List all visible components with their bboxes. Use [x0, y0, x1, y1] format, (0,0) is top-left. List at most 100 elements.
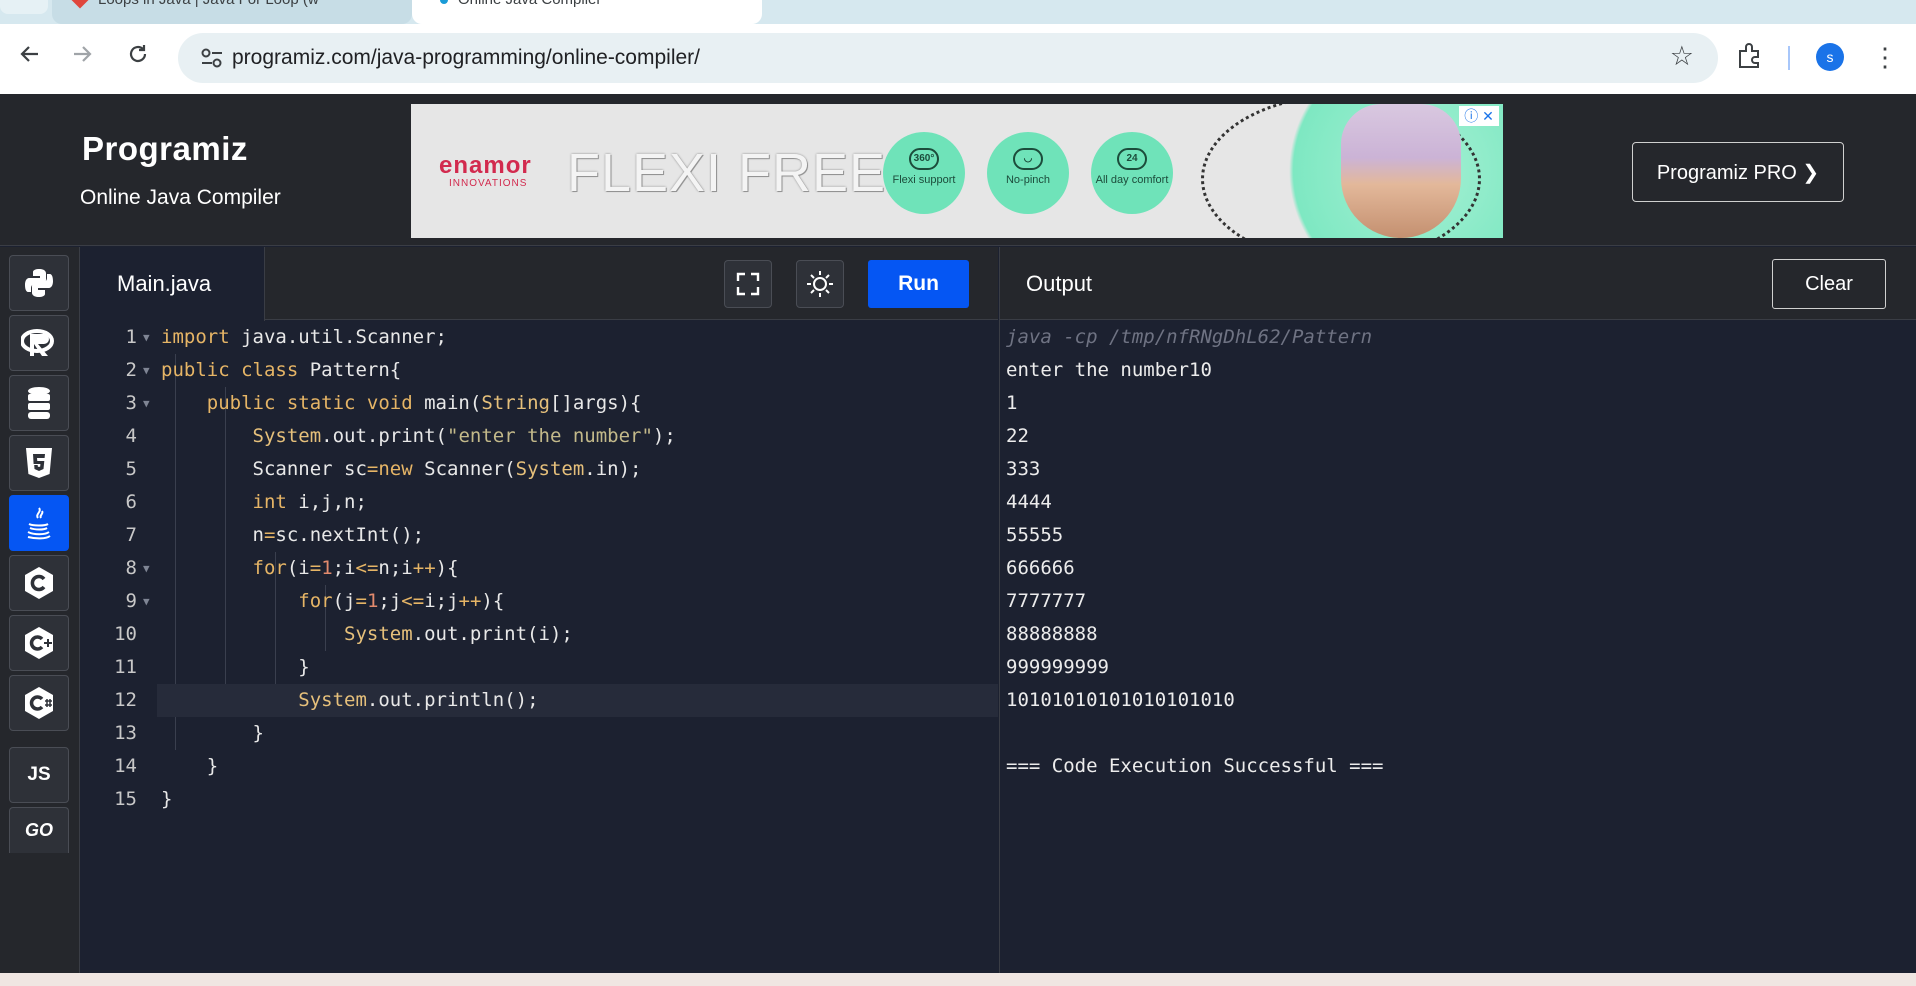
javascript-icon[interactable]: JS	[9, 747, 69, 803]
ad-badge-label: All day comfort	[1095, 174, 1169, 186]
code-editor-pane: Main.java Run 1 ▼ import java.util.Scanner…	[81, 247, 998, 973]
line-number: 12	[114, 689, 137, 711]
language-sidebar: JS GO	[0, 247, 80, 973]
ad-choices-icon[interactable]: ⓘ ✕	[1459, 106, 1499, 126]
c-icon[interactable]	[9, 555, 69, 611]
java-icon[interactable]	[9, 495, 69, 551]
extensions-icon[interactable]	[1736, 43, 1764, 69]
fold-arrow-icon[interactable]: ▼	[143, 552, 150, 585]
file-tab-main-java[interactable]: Main.java	[81, 247, 265, 321]
code-text: public static void main(String[]args){	[206, 392, 642, 414]
code-line: 7 n=sc.nextInt();	[81, 519, 998, 552]
favicon-icon	[71, 0, 89, 9]
sql-icon[interactable]	[9, 375, 69, 431]
line-number: 9	[125, 590, 137, 612]
taskbar-strip	[0, 973, 1916, 986]
clear-button[interactable]: Clear	[1772, 259, 1886, 309]
profile-avatar[interactable]: s	[1816, 43, 1844, 71]
tab-title: Loops in Java | Java For Loop (w	[98, 0, 319, 8]
line-number: 15	[114, 788, 137, 810]
fullscreen-icon	[736, 272, 760, 296]
code-line: 2 ▼ public class Pattern{	[81, 354, 998, 387]
line-number: 8	[125, 557, 137, 579]
output-line: 999999999	[1006, 656, 1109, 678]
output-line: 22	[1006, 425, 1029, 447]
output-line: enter the number10	[1006, 359, 1212, 381]
output-line: 333	[1006, 458, 1041, 480]
reload-icon	[129, 45, 147, 63]
forward-button[interactable]	[62, 34, 102, 74]
code-text: for(i=1;i<=n;i++){	[252, 557, 459, 579]
run-button[interactable]: Run	[868, 260, 969, 308]
ad-headline: FLEXI FREE	[567, 143, 887, 203]
favicon-icon	[440, 0, 448, 4]
address-bar[interactable]: programiz.com/java-programming/online-co…	[178, 33, 1718, 83]
r-icon[interactable]	[9, 315, 69, 371]
fold-arrow-icon[interactable]: ▼	[143, 585, 150, 618]
tab-group-button[interactable]	[0, 0, 48, 14]
output-line: 7777777	[1006, 590, 1087, 612]
ad-badge: 24 All day comfort	[1091, 132, 1173, 214]
code-line: 3 ▼ public static void main(String[]args)…	[81, 387, 998, 420]
output-title: Output	[1026, 271, 1093, 296]
html5-logo	[26, 448, 52, 478]
line-number: 1	[125, 326, 137, 348]
sun-icon	[807, 271, 833, 297]
browser-tab-loops[interactable]: Loops in Java | Java For Loop (w	[52, 0, 412, 24]
database-icon	[28, 387, 50, 419]
execution-status: === Code Execution Successful ===	[1006, 755, 1384, 777]
output-line: 4444	[1006, 491, 1052, 513]
line-number: 14	[114, 755, 137, 777]
output-toolbar: Output Clear	[1000, 247, 1916, 320]
line-number: 10	[114, 623, 137, 645]
code-line: 8 ▼ for(i=1;i<=n;i++){	[81, 552, 998, 585]
code-line: 4 System.out.print("enter the number");	[81, 420, 998, 453]
code-text: }	[161, 656, 310, 678]
theme-toggle-button[interactable]	[796, 260, 844, 308]
fold-arrow-icon[interactable]: ▼	[143, 387, 150, 420]
html5-icon[interactable]	[9, 435, 69, 491]
programiz-logo[interactable]: Programiz	[82, 130, 248, 168]
browser-menu-icon[interactable]: ⋮	[1872, 40, 1898, 74]
code-text: System.out.print(i);	[344, 623, 573, 645]
code-line: 15}	[81, 783, 998, 816]
python-logo	[25, 269, 53, 297]
code-line: 1 ▼ import java.util.Scanner;	[81, 321, 998, 354]
toolbar-divider	[1788, 46, 1790, 70]
ad-brand-sub: INNOVATIONS	[449, 178, 528, 189]
csharp-icon[interactable]	[9, 675, 69, 731]
line-number: 7	[125, 524, 137, 546]
reload-button[interactable]	[118, 34, 158, 74]
browser-tab-compiler[interactable]: Online Java Compiler	[412, 0, 762, 24]
site-settings-icon	[201, 48, 222, 68]
line-number: 2	[125, 359, 137, 381]
cpp-icon[interactable]	[9, 615, 69, 671]
python-icon[interactable]	[9, 255, 69, 311]
code-editor[interactable]: 1 ▼ import java.util.Scanner; 2 ▼ public cla…	[81, 321, 998, 971]
fullscreen-button[interactable]	[724, 260, 772, 308]
programiz-pro-button[interactable]: Programiz PRO ❯	[1632, 142, 1844, 202]
code-line: 10 System.out.print(i);	[81, 618, 998, 651]
output-line: 88888888	[1006, 623, 1098, 645]
output-line: 1	[1006, 392, 1018, 414]
java-logo	[27, 507, 51, 540]
code-text: }	[161, 722, 264, 744]
fold-arrow-icon[interactable]: ▼	[143, 321, 150, 354]
output-console[interactable]: java -cp /tmp/nfRNgDhL62/Pattern enter t…	[1006, 321, 1906, 783]
code-line: 11 }	[81, 651, 998, 684]
code-text: for(j=1;j<=i;j++){	[298, 590, 505, 612]
site-header: Programiz Online Java Compiler enamor IN…	[0, 94, 1916, 246]
back-button[interactable]	[10, 34, 50, 74]
code-line: 12 System.out.println();	[81, 684, 998, 717]
bookmark-star-icon[interactable]: ☆	[1670, 41, 1694, 72]
advertisement-banner[interactable]: enamor INNOVATIONS FLEXI FREE 360° Flexi…	[411, 104, 1503, 238]
fold-arrow-icon[interactable]: ▼	[143, 354, 150, 387]
ad-badge: 360° Flexi support	[883, 132, 965, 214]
code-text: }	[161, 788, 173, 810]
code-text: n=sc.nextInt();	[161, 524, 425, 546]
go-icon[interactable]: GO	[9, 807, 69, 853]
browser-toolbar: programiz.com/java-programming/online-co…	[0, 24, 1916, 94]
ad-badge-label: Flexi support	[892, 174, 956, 186]
flexi-support-icon: 360°	[909, 148, 939, 170]
